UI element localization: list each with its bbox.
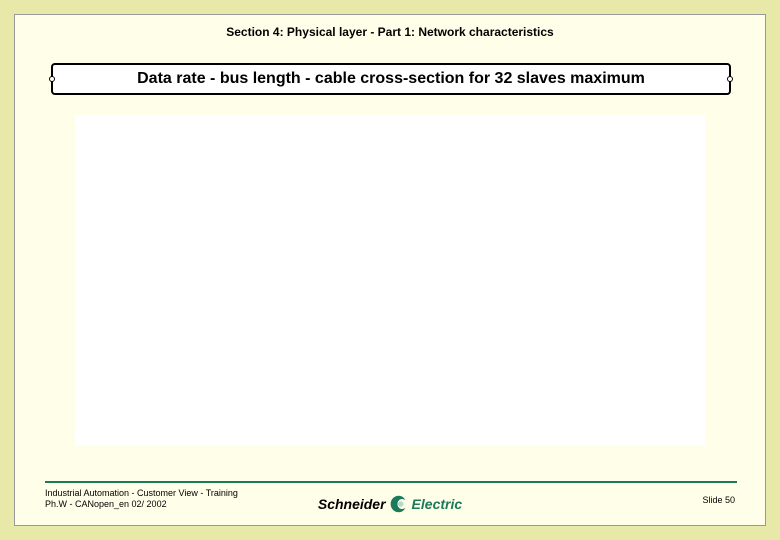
footer-line2: Ph.W - CANopen_en 02/ 2002 bbox=[45, 499, 238, 511]
title-text: Data rate - bus length - cable cross-sec… bbox=[137, 70, 645, 88]
title-dot-right bbox=[727, 76, 733, 82]
footer-line1: Industrial Automation - Customer View - … bbox=[45, 488, 238, 500]
logo-text-electric: Electric bbox=[412, 496, 463, 512]
logo: Schneider Electric bbox=[318, 493, 462, 515]
title-bar-wrap: Data rate - bus length - cable cross-sec… bbox=[51, 63, 731, 95]
title-dot-left bbox=[49, 76, 55, 82]
logo-text-schneider: Schneider bbox=[318, 496, 386, 512]
slide-number: Slide 50 bbox=[702, 495, 735, 505]
footer-divider bbox=[45, 481, 737, 483]
content-area bbox=[75, 115, 705, 445]
footer-left: Industrial Automation - Customer View - … bbox=[45, 488, 238, 511]
slide-container: Section 4: Physical layer - Part 1: Netw… bbox=[14, 14, 766, 526]
title-bar: Data rate - bus length - cable cross-sec… bbox=[51, 63, 731, 95]
logo-swirl-icon bbox=[388, 493, 410, 515]
section-header: Section 4: Physical layer - Part 1: Netw… bbox=[15, 15, 765, 39]
